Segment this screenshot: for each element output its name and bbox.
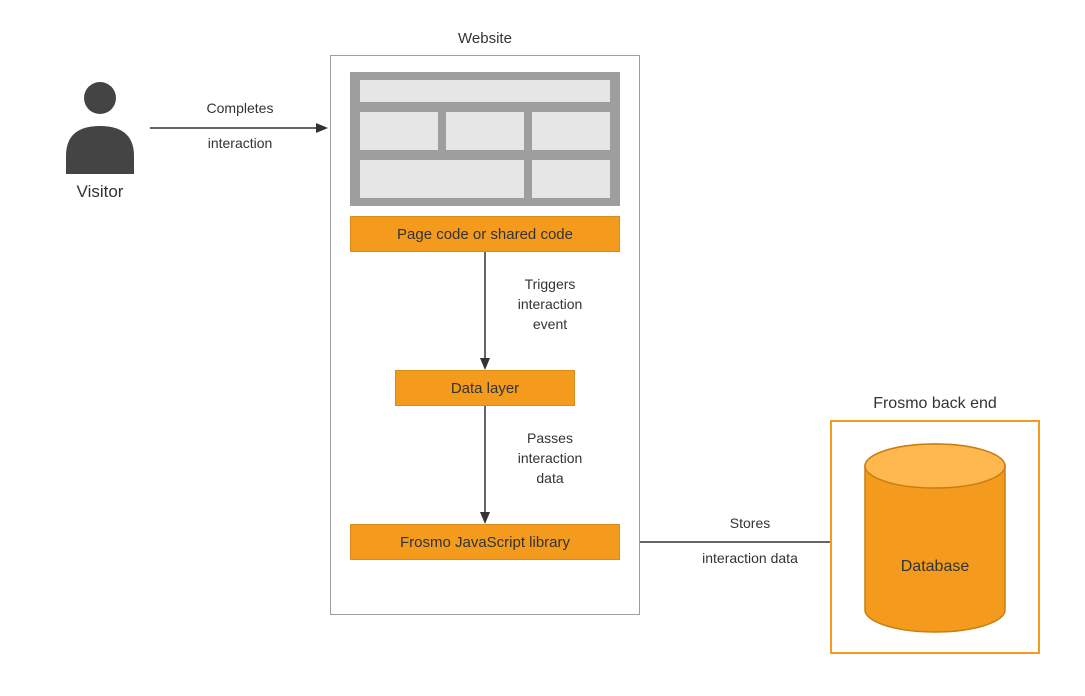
arrow-passes-data bbox=[475, 406, 495, 526]
visitor-icon bbox=[60, 78, 140, 174]
arrow2-label-line2: interaction bbox=[500, 296, 600, 312]
arrow2-label-line1: Triggers bbox=[500, 276, 600, 292]
box-js-library-label: Frosmo JavaScript library bbox=[400, 534, 570, 551]
database-label: Database bbox=[862, 558, 1008, 576]
arrow3-label-line3: data bbox=[500, 470, 600, 486]
wireframe-icon bbox=[350, 72, 620, 206]
arrow3-label-line1: Passes bbox=[500, 430, 600, 446]
box-js-library: Frosmo JavaScript library bbox=[350, 524, 620, 560]
backend-title: Frosmo back end bbox=[830, 395, 1040, 413]
website-title: Website bbox=[330, 30, 640, 47]
box-page-code-label: Page code or shared code bbox=[397, 226, 573, 243]
box-page-code: Page code or shared code bbox=[350, 216, 620, 252]
diagram-stage: Visitor Completes interaction Website Pa… bbox=[0, 0, 1085, 696]
database-icon bbox=[862, 442, 1008, 634]
arrow1-label-line2: interaction bbox=[190, 135, 290, 151]
arrow4-label-line1: Stores bbox=[690, 515, 810, 531]
arrow-triggers-event bbox=[475, 252, 495, 372]
arrow4-label-line2: interaction data bbox=[690, 550, 810, 566]
box-data-layer-label: Data layer bbox=[451, 380, 519, 397]
arrow2-label-line3: event bbox=[500, 316, 600, 332]
visitor-label: Visitor bbox=[50, 182, 150, 202]
arrow3-label-line2: interaction bbox=[500, 450, 600, 466]
box-data-layer: Data layer bbox=[395, 370, 575, 406]
arrow1-label-line1: Completes bbox=[190, 100, 290, 116]
